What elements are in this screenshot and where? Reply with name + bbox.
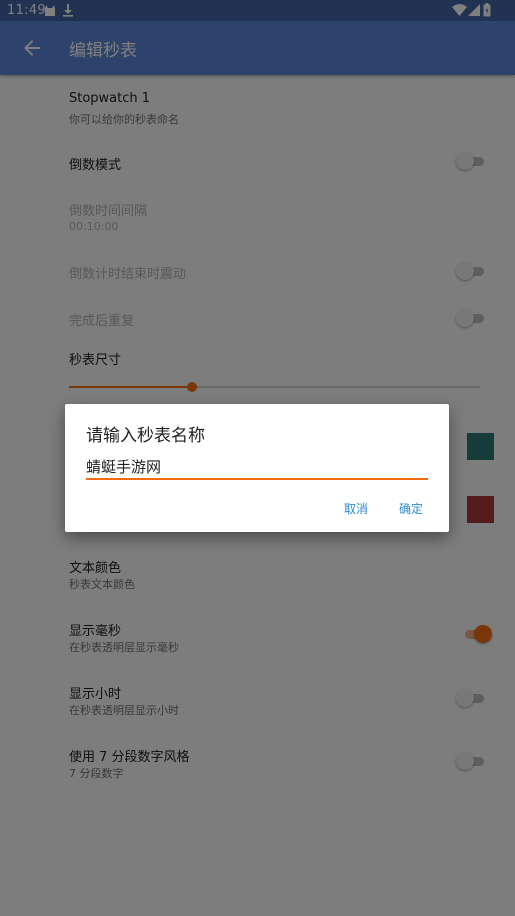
dialog-title: 请输入秒表名称: [86, 426, 205, 446]
cancel-button[interactable]: 取消: [344, 500, 368, 517]
stopwatch-name-input[interactable]: [86, 454, 428, 480]
rename-dialog: 请输入秒表名称 取消 确定: [65, 404, 449, 532]
ok-button[interactable]: 确定: [399, 500, 423, 517]
